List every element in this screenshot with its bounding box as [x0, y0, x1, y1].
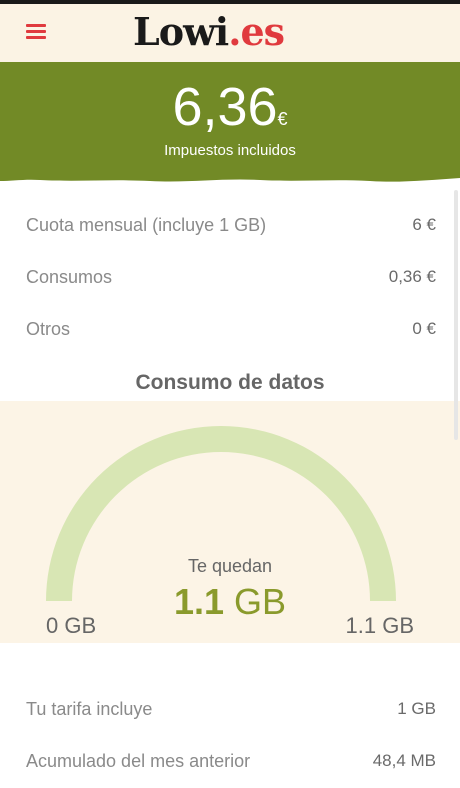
logo-text-main: Lowi [133, 9, 229, 54]
breakdown-label: Cuota mensual (incluye 1 GB) [26, 215, 267, 235]
logo-text-domain: .es [228, 9, 285, 54]
data-usage-title: Consumo de datos [135, 371, 325, 394]
breakdown-value: 0 € [412, 319, 436, 338]
app-header: Lowi.es [0, 4, 460, 62]
plan-row-accumulated: Acumulado del mes anterior 48,4 MB [26, 751, 436, 775]
menu-bar [26, 24, 46, 27]
total-amount: 6,36€ [0, 76, 460, 138]
remaining-unit: GB [234, 581, 287, 622]
menu-bar [26, 30, 46, 33]
breakdown-value: 0,36 € [388, 267, 436, 286]
plan-label: Tu tarifa incluye [26, 699, 153, 719]
breakdown-row-otros: Otros 0 € [26, 319, 436, 343]
lowi-logo[interactable]: Lowi.es [133, 9, 285, 55]
plan-row-includes: Tu tarifa incluye 1 GB [26, 699, 436, 723]
scrollbar[interactable] [454, 190, 458, 440]
breakdown-row-cuota: Cuota mensual (incluye 1 GB) 6 € [26, 215, 436, 239]
remaining-number: 1.1 [173, 581, 224, 622]
breakdown-label: Otros [26, 319, 71, 339]
breakdown-row-consumos: Consumos 0,36 € [26, 267, 436, 291]
gauge-max-label: 1.1 GB [345, 613, 414, 638]
gauge-min-label: 0 GB [46, 613, 97, 638]
amount-currency: € [277, 109, 288, 129]
breakdown-label: Consumos [26, 267, 113, 287]
data-usage-gauge: Te quedan 1.1 GB 0 GB 1.1 GB [0, 401, 460, 643]
plan-label: Acumulado del mes anterior [26, 751, 251, 771]
menu-bar [26, 36, 46, 39]
plan-value: 1 GB [397, 699, 436, 718]
tax-note: Impuestos incluidos [164, 142, 296, 159]
amount-value: 6,36 [172, 77, 278, 137]
breakdown-value: 6 € [412, 215, 436, 234]
hamburger-menu-icon[interactable] [26, 24, 46, 40]
remaining-label: Te quedan [187, 556, 273, 576]
plan-value: 48,4 MB [372, 751, 436, 770]
